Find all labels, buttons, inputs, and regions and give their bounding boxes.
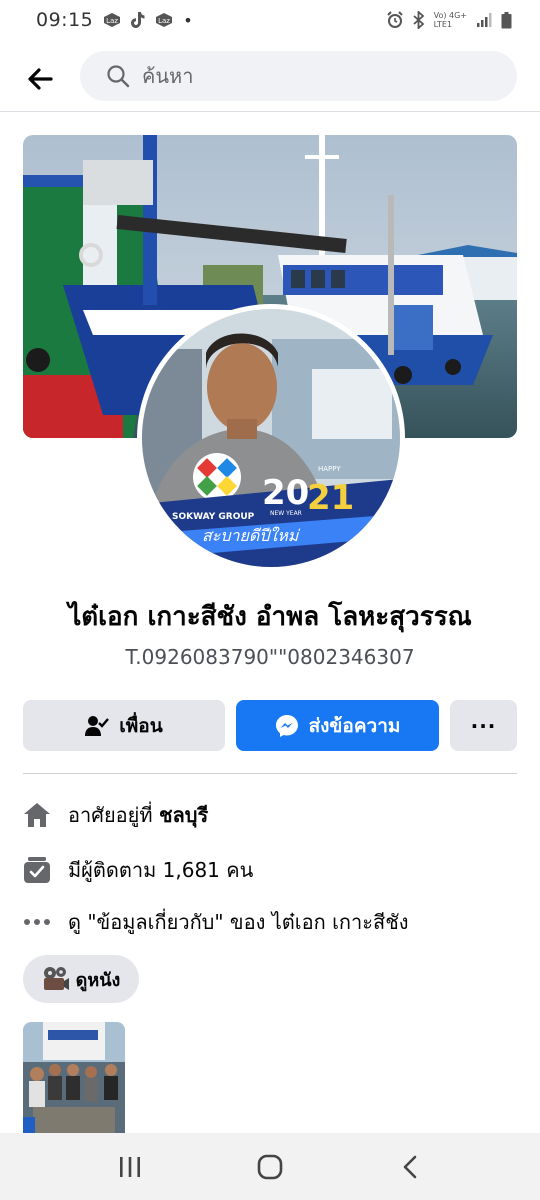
more-options-button[interactable]: ··· bbox=[450, 700, 517, 751]
bluetooth-icon bbox=[412, 11, 425, 29]
photo-thumbnail-image bbox=[23, 1022, 125, 1134]
avatar-happy-text: HAPPY bbox=[318, 465, 341, 473]
film-projector-icon bbox=[43, 967, 69, 990]
more-dots-icon bbox=[22, 907, 52, 937]
avatar-greeting-text: สะบายดีปีใหม่ bbox=[202, 526, 300, 545]
friend-check-icon bbox=[85, 715, 110, 736]
message-button[interactable]: ส่งข้อความ bbox=[236, 700, 439, 751]
lives-in-row: อาศัยอยู่ที่ ชลบุรี bbox=[22, 795, 522, 835]
status-right: Vo) 4G+ LTE1 bbox=[386, 11, 512, 29]
network-label: Vo) 4G+ LTE1 bbox=[434, 11, 467, 29]
alarm-icon bbox=[386, 11, 404, 29]
arrow-left-icon bbox=[28, 67, 53, 90]
search-placeholder: ค้นหา bbox=[142, 64, 194, 88]
message-button-label: ส่งข้อความ bbox=[308, 714, 401, 737]
lives-in-prefix: อาศัยอยู่ที่ bbox=[68, 803, 153, 827]
about-row[interactable]: ดู "ข้อมูลเกี่ยวกับ" ของ ไต๋เอก เกาะสีชั… bbox=[22, 902, 522, 942]
followers-row: มีผู้ติดตาม 1,681 คน bbox=[22, 850, 522, 890]
svg-text:Laz: Laz bbox=[158, 17, 170, 25]
home-icon bbox=[22, 800, 52, 830]
videos-button[interactable]: ดูหนัง bbox=[23, 955, 139, 1003]
messenger-icon bbox=[275, 714, 298, 737]
search-icon bbox=[107, 65, 130, 88]
battery-icon bbox=[501, 11, 512, 29]
avatar-image: SOKWAY GROUP HAPPY 20 21 NEW YEAR สะบายด… bbox=[142, 309, 400, 567]
avatar-year-b: 21 bbox=[307, 478, 354, 518]
search-input[interactable]: ค้นหา bbox=[80, 51, 517, 101]
recent-apps-icon bbox=[120, 1156, 140, 1177]
svg-text:Laz: Laz bbox=[106, 17, 118, 25]
system-back-button[interactable] bbox=[370, 1137, 450, 1197]
home-button[interactable] bbox=[230, 1137, 310, 1197]
tiktok-icon bbox=[131, 12, 145, 28]
avatar-newyear-text: NEW YEAR bbox=[270, 510, 302, 517]
signal-icon bbox=[476, 12, 492, 28]
lazada-icon: Laz bbox=[103, 13, 121, 27]
chevron-left-icon bbox=[403, 1155, 417, 1178]
status-time: 09:15 bbox=[36, 9, 94, 31]
photo-thumbnail[interactable] bbox=[23, 1022, 125, 1134]
profile-actions: เพื่อน ส่งข้อความ ··· bbox=[23, 700, 517, 751]
lazada-icon: Laz bbox=[155, 13, 173, 27]
section-divider bbox=[23, 773, 517, 774]
recent-apps-button[interactable] bbox=[90, 1137, 170, 1197]
status-dot: • bbox=[183, 10, 193, 30]
videos-button-label: ดูหนัง bbox=[75, 969, 121, 991]
followers-text: มีผู้ติดตาม 1,681 คน bbox=[68, 858, 254, 882]
network-type: Vo) 4G+ bbox=[433, 11, 467, 20]
profile-name: ไต๋เอก เกาะสีชัง อำพล โลหะสุวรรณ bbox=[68, 602, 472, 632]
status-bar: 09:15 Laz Laz • Vo) 4G+ LTE1 bbox=[0, 0, 540, 40]
system-navigation-bar bbox=[0, 1133, 540, 1200]
profile-bio: T.0926083790""0802346307 bbox=[125, 645, 415, 669]
back-button[interactable] bbox=[0, 49, 80, 109]
friends-button-label: เพื่อน bbox=[119, 714, 163, 737]
followers-icon bbox=[22, 855, 52, 885]
avatar-year-a: 20 bbox=[262, 473, 309, 513]
avatar-brand-text: SOKWAY GROUP bbox=[172, 512, 255, 522]
about-link-text: ดู "ข้อมูลเกี่ยวกับ" ของ ไต๋เอก เกาะสีชั… bbox=[68, 910, 409, 934]
lives-in-place: ชลบุรี bbox=[158, 803, 209, 827]
status-left: 09:15 Laz Laz • bbox=[36, 9, 193, 31]
lte-label: LTE1 bbox=[433, 20, 452, 29]
friends-button[interactable]: เพื่อน bbox=[23, 700, 225, 751]
top-header: ค้นหา bbox=[0, 46, 540, 112]
home-circle-icon bbox=[257, 1154, 283, 1179]
profile-avatar[interactable]: SOKWAY GROUP HAPPY 20 21 NEW YEAR สะบายด… bbox=[137, 304, 405, 572]
more-options-icon: ··· bbox=[470, 713, 497, 738]
